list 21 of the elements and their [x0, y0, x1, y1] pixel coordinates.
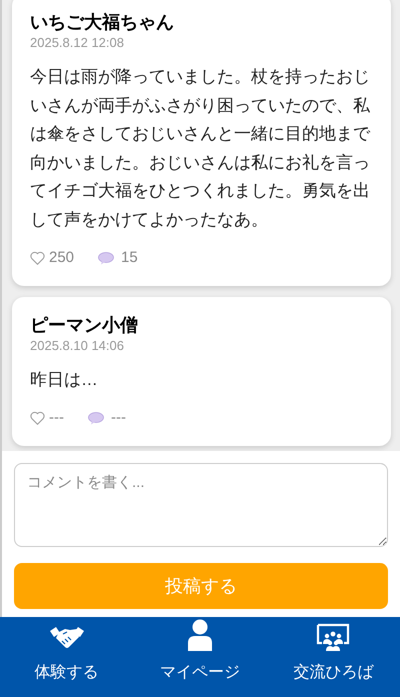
post-body: 昨日は… — [30, 368, 99, 390]
speech-bubble-icon[interactable] — [88, 412, 104, 425]
group-screen-icon — [316, 623, 350, 651]
like-count: 250 — [49, 248, 74, 268]
comment-count: 15 — [121, 248, 138, 268]
heart-icon[interactable] — [30, 251, 45, 266]
post-author: いちご大福ちゃん — [30, 11, 175, 34]
post-date: 2025.8.10 14:06 — [30, 336, 125, 354]
post-body: 今日は雨が降っていました。杖を持ったおじいさんが両手がふさがり困っていたので、私は傘をさしておじいさんと一緒に目的地まで向かいました。おじいさんは私にお礼を言ってイチゴ大福をひとつくれました。勇気を出して声をかけてよかったなあ。 — [30, 66, 372, 230]
nav-tab[interactable]: 交流ひろば — [266, 617, 400, 697]
comment-field[interactable]: コメントを書く... — [14, 463, 388, 547]
heart-icon[interactable] — [30, 411, 45, 426]
speech-bubble-icon[interactable] — [98, 252, 114, 265]
person-icon — [186, 619, 213, 651]
comment-count: --- — [111, 408, 126, 428]
post-author: ピーマン小僧 — [30, 314, 139, 336]
handshake-icon — [50, 625, 84, 651]
like-count: --- — [49, 408, 64, 428]
nav-tab[interactable]: 体験する — [0, 617, 134, 697]
nav-tab[interactable]: マイページ — [133, 617, 267, 697]
post-date: 2025.8.12 12:08 — [30, 34, 125, 52]
